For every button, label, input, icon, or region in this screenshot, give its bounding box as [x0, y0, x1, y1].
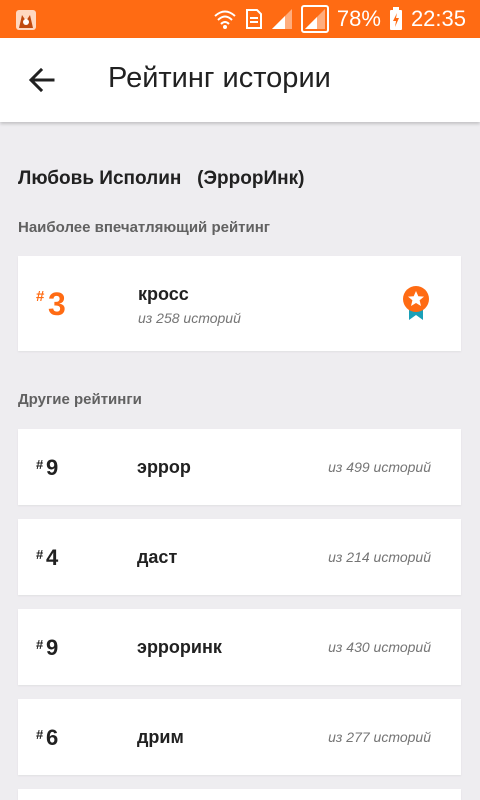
ranking-row[interactable]: # 4 даст из 214 историй: [18, 519, 461, 595]
ranking-tag: эрроринк: [137, 637, 222, 657]
ranking-tag: эррор: [137, 457, 191, 477]
rank-number: 9: [46, 635, 59, 660]
ranking-out-of: из 430 историй: [328, 639, 431, 655]
rank-hash: #: [36, 457, 44, 472]
page-title: Рейтинг истории: [108, 62, 331, 94]
rank-hash: #: [36, 547, 44, 562]
rank-number: 4: [46, 545, 59, 570]
signal-icon: [271, 8, 293, 30]
rank-hash: #: [36, 727, 44, 742]
other-section-label: Другие рейтинги: [18, 391, 142, 408]
ranking-row[interactable]: # 9 эррор из 499 историй: [18, 429, 461, 505]
back-button[interactable]: [26, 64, 58, 96]
featured-section-label: Наиболее впечатляющий рейтинг: [18, 219, 271, 236]
status-bar: 78% 22:35: [0, 0, 480, 38]
ranking-out-of: из 277 историй: [328, 729, 431, 745]
ranking-out-of: из 214 историй: [328, 549, 431, 565]
wifi-icon: [213, 8, 237, 30]
ranking-tag: даст: [137, 547, 178, 567]
app-bar: Рейтинг истории: [0, 38, 480, 122]
story-title: Любовь Исполин (ЭррорИнк): [18, 168, 305, 189]
ranking-tag: кросс: [138, 284, 189, 304]
battery-percent: 78%: [336, 6, 381, 31]
signal-icon: [300, 5, 329, 33]
app-fox-icon: [14, 6, 38, 32]
ranking-row[interactable]: # 9 эрроринк из 430 историй: [18, 609, 461, 685]
clock: 22:35: [410, 6, 466, 31]
ranking-row[interactable]: # 6 дрим из 277 историй: [18, 699, 461, 775]
featured-ranking-card[interactable]: # 3 кросс из 258 историй: [18, 256, 461, 351]
rank-number: 3: [48, 286, 66, 322]
rank-hash: #: [36, 637, 44, 652]
ranking-out-of: из 499 историй: [328, 459, 431, 475]
rank-hash: #: [36, 288, 45, 305]
sim-card-icon: [245, 8, 263, 30]
ranking-out-of: из 258 историй: [138, 310, 241, 326]
arrow-left-icon: [28, 67, 55, 93]
rank-number: 9: [46, 455, 59, 480]
rank-number: 6: [46, 725, 59, 750]
ranking-tag: дрим: [137, 727, 184, 747]
ranking-row-partial[interactable]: [18, 789, 461, 800]
medal-star-icon: [401, 285, 431, 321]
battery-charging-icon: [389, 7, 403, 31]
